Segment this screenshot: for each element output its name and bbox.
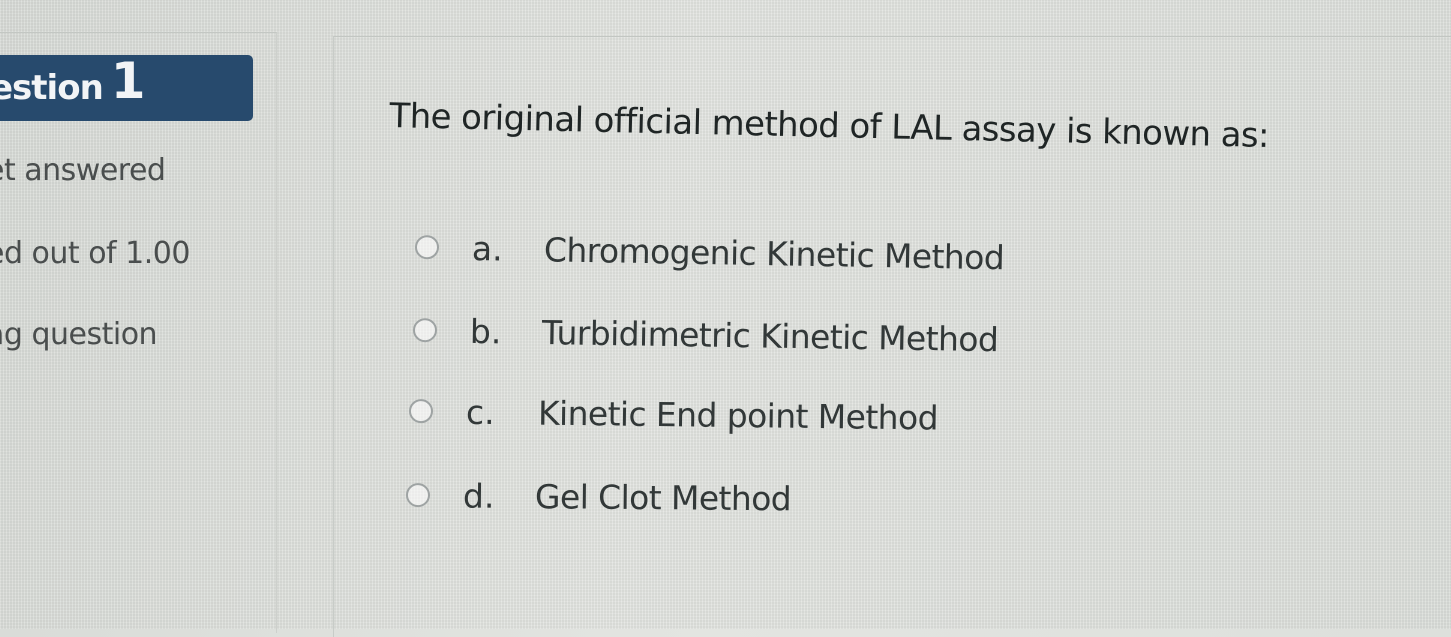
- question-info-panel: estion 1 et answered ed out of 1.00 ag q…: [0, 32, 277, 633]
- answer-text-c[interactable]: Kinetic End point Method: [538, 393, 938, 437]
- radio-c[interactable]: [408, 399, 434, 424]
- question-number: 1: [110, 52, 146, 110]
- question-label: estion: [0, 68, 104, 108]
- radio-a[interactable]: [414, 235, 440, 260]
- flag-question-link[interactable]: ag question: [0, 317, 158, 352]
- answer-text-a[interactable]: Chromogenic Kinetic Method: [544, 230, 1005, 277]
- question-grade: ed out of 1.00: [0, 236, 190, 271]
- answer-letter-a: a.: [471, 228, 504, 269]
- question-state: et answered: [0, 153, 166, 188]
- answer-option-d[interactable]: d. Gel Clot Method: [405, 475, 791, 518]
- answer-option-c[interactable]: c. Kinetic End point Method: [408, 391, 938, 437]
- answer-letter-b: b.: [469, 311, 502, 351]
- answer-letter-d: d.: [462, 475, 495, 516]
- radio-b[interactable]: [412, 318, 438, 343]
- radio-d[interactable]: [405, 483, 431, 508]
- answer-text-b[interactable]: Turbidimetric Kinetic Method: [542, 313, 999, 359]
- answer-letter-c: c.: [465, 392, 495, 432]
- question-number-badge: estion 1: [0, 52, 253, 121]
- answer-text-d[interactable]: Gel Clot Method: [535, 477, 791, 518]
- screen-surface: estion 1 et answered ed out of 1.00 ag q…: [0, 0, 1451, 637]
